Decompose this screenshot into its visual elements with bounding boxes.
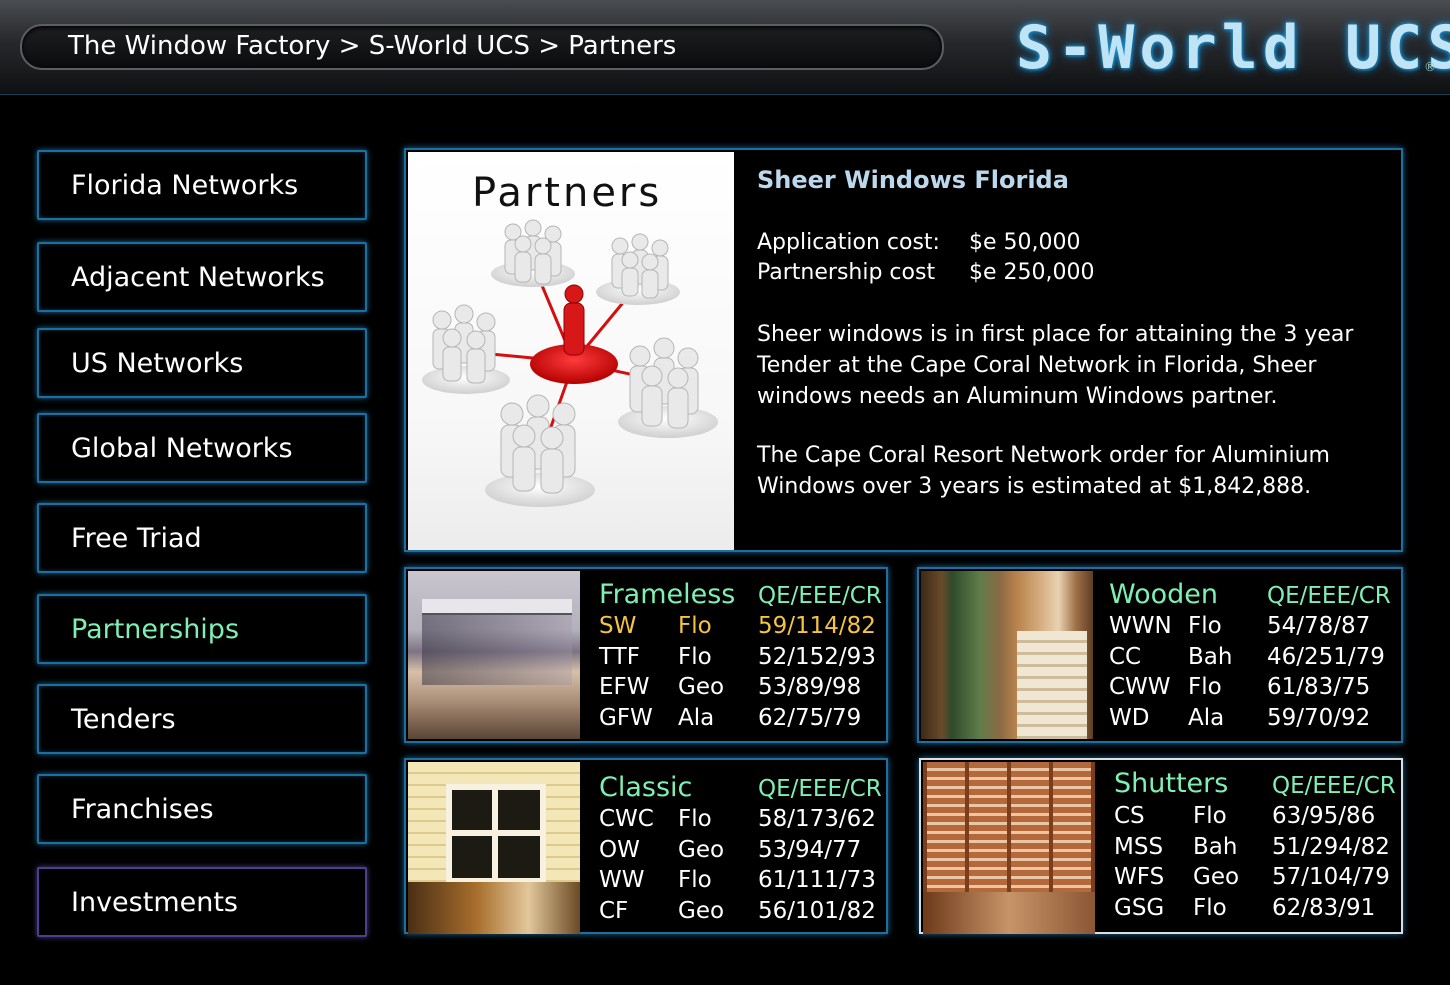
partners-image-title: Partners xyxy=(472,170,663,216)
nav-label: Investments xyxy=(71,887,238,918)
card-title: Classic xyxy=(599,772,693,803)
row-score: 57/104/79 xyxy=(1272,864,1390,890)
nav-partnerships[interactable]: Partnerships xyxy=(37,594,367,664)
row-code: EFW xyxy=(599,674,650,700)
card-header-scores: QE/EEE/CR xyxy=(1267,583,1391,609)
nav-free-triad[interactable]: Free Triad xyxy=(37,503,367,573)
row-code: SW xyxy=(599,613,637,639)
row-region: Flo xyxy=(1188,674,1222,700)
card-title: Frameless xyxy=(599,579,736,610)
card-header-scores: QE/EEE/CR xyxy=(1272,773,1396,799)
row-code: GFW xyxy=(599,705,653,731)
row-code: WW xyxy=(599,867,645,893)
nav-label: Franchises xyxy=(71,794,214,825)
row-code: CC xyxy=(1109,644,1142,670)
row-region: Flo xyxy=(1193,895,1227,921)
row-score: 62/83/91 xyxy=(1272,895,1376,921)
shutters-window-image xyxy=(923,762,1095,934)
row-region: Geo xyxy=(678,674,725,700)
nav-label: Global Networks xyxy=(71,433,293,464)
row-score: 53/89/98 xyxy=(758,674,862,700)
row-score: 56/101/82 xyxy=(758,898,876,924)
nav-global-networks[interactable]: Global Networks xyxy=(37,413,367,483)
row-score: 61/83/75 xyxy=(1267,674,1371,700)
nav-label: Tenders xyxy=(71,704,176,735)
nav-florida-networks[interactable]: Florida Networks xyxy=(37,150,367,220)
row-code: CWC xyxy=(599,806,654,832)
nav-label: Adjacent Networks xyxy=(71,262,325,293)
row-code: MSS xyxy=(1114,834,1164,860)
row-score: 54/78/87 xyxy=(1267,613,1371,639)
row-score: 53/94/77 xyxy=(758,837,862,863)
row-score: 46/251/79 xyxy=(1267,644,1385,670)
wooden-window-image xyxy=(921,571,1093,739)
partnership-cost-label: Partnership cost xyxy=(757,260,936,285)
row-score: 59/70/92 xyxy=(1267,705,1371,731)
row-code: TTF xyxy=(599,644,640,670)
row-region: Bah xyxy=(1193,834,1238,860)
row-region: Flo xyxy=(1188,613,1222,639)
row-score: 52/152/93 xyxy=(758,644,876,670)
card-title: Wooden xyxy=(1109,579,1219,610)
row-region: Geo xyxy=(678,898,725,924)
card-wooden[interactable]: Wooden QE/EEE/CR WWN Flo 54/78/87 CC Bah… xyxy=(917,567,1403,743)
row-score: 62/75/79 xyxy=(758,705,862,731)
breadcrumb[interactable]: The Window Factory > S-World UCS > Partn… xyxy=(68,31,676,61)
nav-label: Partnerships xyxy=(71,614,240,645)
row-region: Flo xyxy=(1193,803,1227,829)
row-region: Ala xyxy=(678,705,715,731)
row-region: Ala xyxy=(1188,705,1225,731)
partners-image: Partners xyxy=(408,152,734,550)
frameless-window-image xyxy=(408,571,580,739)
row-score: 58/173/62 xyxy=(758,806,876,832)
row-score: 51/294/82 xyxy=(1272,834,1390,860)
nav-adjacent-networks[interactable]: Adjacent Networks xyxy=(37,242,367,312)
row-score: 59/114/82 xyxy=(758,613,876,639)
nav-franchises[interactable]: Franchises xyxy=(37,774,367,844)
nav-label: US Networks xyxy=(71,348,244,379)
row-region: Flo xyxy=(678,613,712,639)
row-code: CS xyxy=(1114,803,1145,829)
card-header-scores: QE/EEE/CR xyxy=(758,583,882,609)
nav-investments[interactable]: Investments xyxy=(37,867,367,937)
row-code: WWN xyxy=(1109,613,1172,639)
row-code: GSG xyxy=(1114,895,1165,921)
row-code: WD xyxy=(1109,705,1150,731)
nav-us-networks[interactable]: US Networks xyxy=(37,328,367,398)
partner-panel: Partners Sheer Windows Florida Applicati… xyxy=(404,148,1403,552)
nav-label: Florida Networks xyxy=(71,170,299,201)
application-cost-label: Application cost: xyxy=(757,230,940,255)
row-code: OW xyxy=(599,837,640,863)
row-region: Flo xyxy=(678,806,712,832)
card-header-scores: QE/EEE/CR xyxy=(758,776,882,802)
row-code: CWW xyxy=(1109,674,1171,700)
application-cost-row: Application cost: $e 50,000 xyxy=(757,230,1081,255)
row-region: Flo xyxy=(678,867,712,893)
breadcrumb-bar: The Window Factory > S-World UCS > Partn… xyxy=(20,24,944,70)
nav-tenders[interactable]: Tenders xyxy=(37,684,367,754)
partnership-cost-value: $e 250,000 xyxy=(969,260,1095,285)
card-frameless[interactable]: Frameless QE/EEE/CR SW Flo 59/114/82 TTF… xyxy=(404,567,888,743)
partner-description: Sheer windows is in first place for atta… xyxy=(757,322,1354,409)
partner-estimate: The Cape Coral Resort Network order for … xyxy=(757,443,1330,499)
card-title: Shutters xyxy=(1114,768,1229,799)
card-shutters[interactable]: Shutters QE/EEE/CR CS Flo 63/95/86 MSS B… xyxy=(919,758,1403,934)
partner-title: Sheer Windows Florida xyxy=(757,166,1069,194)
s-world-logo: S-World UCS xyxy=(1016,13,1450,83)
row-region: Bah xyxy=(1188,644,1233,670)
row-code: CF xyxy=(599,898,629,924)
row-score: 61/111/73 xyxy=(758,867,876,893)
row-score: 63/95/86 xyxy=(1272,803,1376,829)
application-cost-value: $e 50,000 xyxy=(969,230,1081,255)
partnership-cost-row: Partnership cost $e 250,000 xyxy=(757,260,1095,285)
nav-label: Free Triad xyxy=(71,523,202,554)
row-code: WFS xyxy=(1114,864,1165,890)
classic-window-image xyxy=(408,762,580,934)
row-region: Geo xyxy=(1193,864,1240,890)
top-bar: The Window Factory > S-World UCS > Partn… xyxy=(0,0,1450,95)
card-classic[interactable]: Classic QE/EEE/CR CWC Flo 58/173/62 OW G… xyxy=(404,758,888,934)
row-region: Geo xyxy=(678,837,725,863)
registered-mark: ® xyxy=(1424,60,1436,74)
row-region: Flo xyxy=(678,644,712,670)
